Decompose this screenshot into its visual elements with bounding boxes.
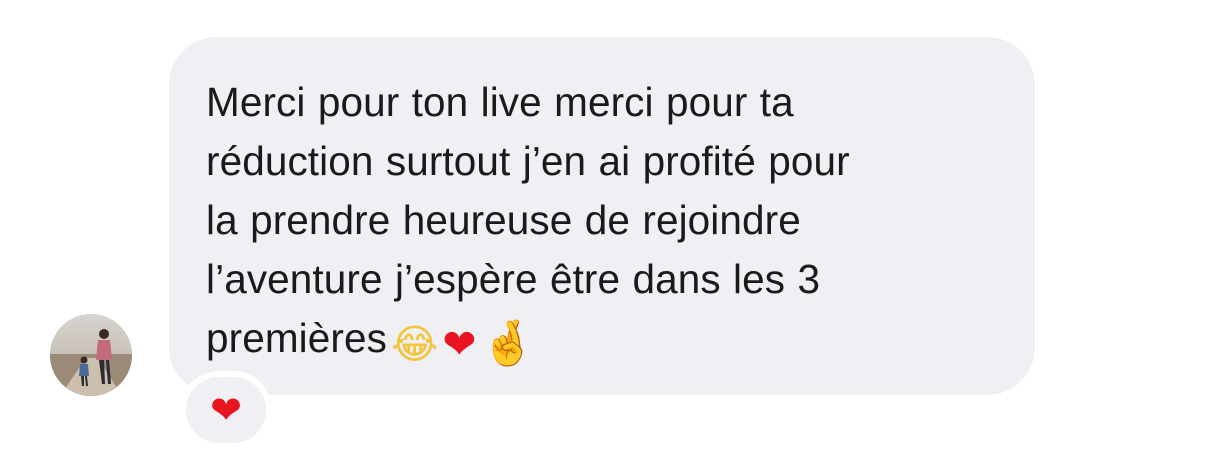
message-line-last: premières😂❤🤞 — [206, 309, 1005, 374]
message-bubble[interactable]: Merci pour ton live merci pour ta réduct… — [169, 37, 1035, 395]
message-row: Merci pour ton live merci pour ta réduct… — [0, 0, 1206, 463]
message-line: Merci pour ton live merci pour ta — [206, 79, 794, 125]
message-text: Merci pour ton live merci pour ta réduct… — [206, 73, 1005, 374]
red-heart-emoji-icon: ❤ — [442, 320, 477, 368]
message-line: premières — [206, 315, 387, 361]
message-line: l’aventure j’espère être dans les 3 — [206, 256, 821, 302]
avatar-photo — [50, 314, 132, 396]
message-line: la prendre heureuse de rejoindre — [206, 197, 801, 243]
heart-reaction-icon: ❤ — [210, 388, 242, 432]
sender-avatar[interactable] — [50, 314, 132, 396]
crossed-fingers-emoji-icon: 🤞 — [480, 318, 536, 369]
reaction-badge[interactable]: ❤ — [180, 371, 272, 449]
message-line: réduction surtout j’en ai profité pour — [206, 138, 850, 184]
tears-of-joy-emoji-icon: 😂 — [390, 320, 439, 368]
